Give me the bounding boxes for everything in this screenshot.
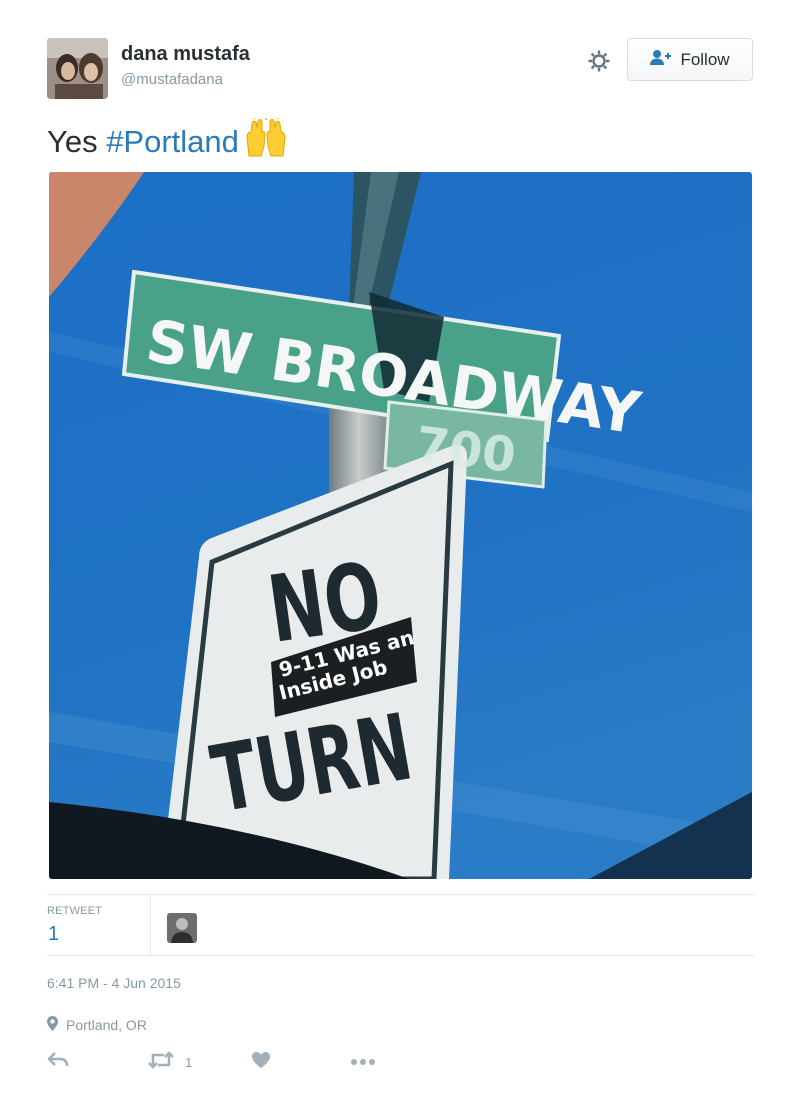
location-label: Portland, OR bbox=[66, 1017, 147, 1033]
more-dots-icon bbox=[350, 1053, 376, 1071]
tweet-text: Yes #Portland bbox=[47, 115, 287, 166]
reply-button[interactable] bbox=[47, 1048, 69, 1076]
heart-icon bbox=[251, 1051, 271, 1074]
retweet-count: 1 bbox=[185, 1054, 193, 1070]
raised-hands-icon bbox=[245, 115, 287, 166]
user-handle[interactable]: @mustafadana bbox=[121, 71, 223, 88]
action-bar: 1 bbox=[47, 1048, 407, 1076]
follow-label: Follow bbox=[680, 49, 730, 69]
tweet-header: dana mustafa @mustafadana Follow bbox=[47, 38, 753, 100]
more-button[interactable] bbox=[350, 1048, 376, 1076]
follow-button[interactable]: Follow bbox=[627, 38, 753, 81]
add-user-icon bbox=[650, 49, 672, 70]
avatar[interactable] bbox=[47, 38, 108, 99]
retweeter-avatar[interactable] bbox=[167, 913, 197, 943]
tweet-location[interactable]: Portland, OR bbox=[47, 1016, 147, 1034]
retweet-stat-label: RETWEET bbox=[47, 905, 103, 917]
like-button[interactable] bbox=[251, 1048, 271, 1076]
location-pin-icon bbox=[47, 1016, 58, 1034]
retweet-button[interactable]: 1 bbox=[147, 1048, 192, 1076]
retweet-stat[interactable]: RETWEET 1 bbox=[47, 895, 151, 956]
retweet-stat-count: 1 bbox=[48, 923, 60, 945]
retweet-icon bbox=[147, 1050, 175, 1074]
hashtag-link[interactable]: #Portland bbox=[106, 124, 239, 159]
user-name[interactable]: dana mustafa bbox=[121, 43, 250, 66]
tweet-text-prefix: Yes bbox=[47, 124, 107, 159]
tweet-photo[interactable]: SW BROADWAY 700 NO TURN 9-11 Was an Insi… bbox=[49, 172, 752, 879]
reply-icon bbox=[47, 1051, 69, 1074]
tweet-stats: RETWEET 1 bbox=[47, 894, 754, 956]
gear-icon[interactable] bbox=[585, 47, 613, 75]
tweet-timestamp[interactable]: 6:41 PM - 4 Jun 2015 bbox=[47, 975, 181, 991]
